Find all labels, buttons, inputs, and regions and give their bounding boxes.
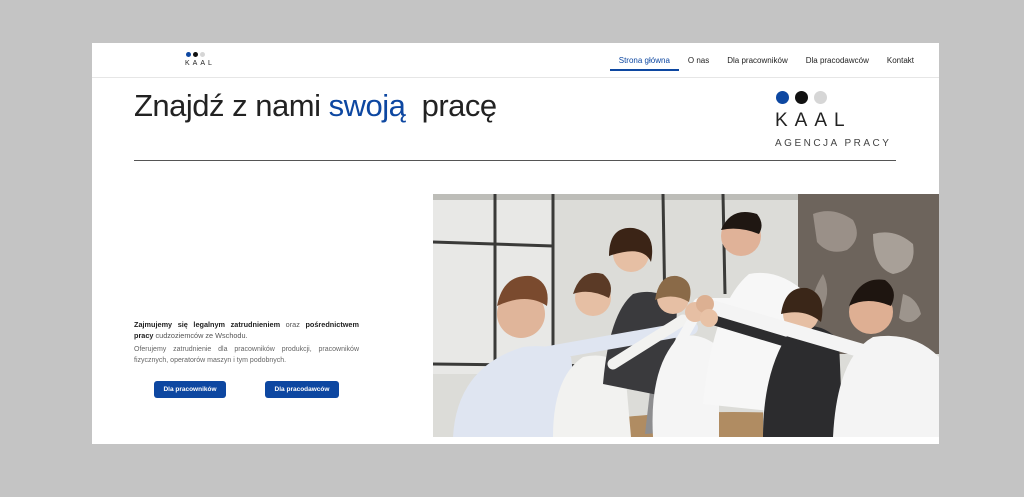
workers-button[interactable]: Dla pracowników — [154, 381, 226, 398]
divider — [134, 160, 896, 161]
headline-accent: swoją — [328, 88, 406, 123]
team-photo-illustration — [433, 194, 939, 437]
page-container: KAAL Strona główna O nas Dla pracowników… — [92, 43, 939, 444]
employers-button[interactable]: Dla pracodawców — [265, 381, 339, 398]
logo-wordmark: KAAL — [185, 60, 215, 67]
brand-logo-dots — [776, 91, 905, 104]
headline-part-1: Znajdź z nami — [134, 88, 321, 123]
site-header: KAAL Strona główna O nas Dla pracowników… — [92, 43, 939, 78]
logo-dots — [186, 52, 225, 57]
logo-dot-blue — [186, 52, 191, 57]
logo-dot-grey — [200, 52, 205, 57]
nav-item-home[interactable]: Strona główna — [609, 43, 680, 78]
intro-bold-1: Zajmujemy się legalnym zatrudnieniem — [134, 320, 281, 329]
nav-item-about[interactable]: O nas — [679, 43, 718, 78]
team-photo — [433, 194, 939, 437]
brand-dot-black — [795, 91, 808, 104]
nav-item-contact[interactable]: Kontakt — [878, 43, 923, 78]
headline-part-2: pracę — [421, 88, 498, 123]
brand-tagline: AGENCJA PRACY — [775, 138, 892, 149]
brand-logo: KAAL AGENCJA PRACY — [775, 91, 905, 153]
brand-wordmark: KAAL — [775, 110, 852, 131]
nav-item-workers[interactable]: Dla pracowników — [718, 43, 796, 78]
intro-text-1: oraz — [285, 320, 300, 329]
logo-dot-black — [193, 52, 198, 57]
header-logo[interactable]: KAAL — [185, 52, 225, 74]
hero-headline: Znajdź z nami swoją pracę — [134, 88, 497, 124]
offer-paragraph: Oferujemy zatrudnienie dla pracowników p… — [134, 346, 359, 364]
nav-item-employers[interactable]: Dla pracodawców — [797, 43, 878, 78]
brand-dot-grey — [814, 91, 827, 104]
intro-text-2: cudzoziemców ze Wschodu. — [155, 331, 248, 340]
intro-paragraph: Zajmujemy się legalnym zatrudnieniem ora… — [134, 319, 359, 341]
brand-dot-blue — [776, 91, 789, 104]
main-nav: Strona główna O nas Dla pracowników Dla … — [609, 43, 923, 78]
